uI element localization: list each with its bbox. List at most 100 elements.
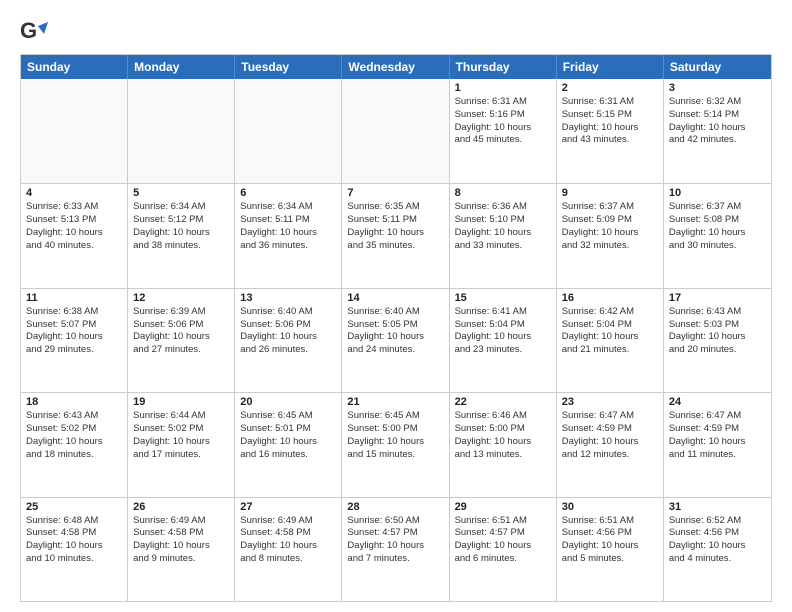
svg-text:G: G: [20, 18, 37, 43]
day-info: Sunrise: 6:43 AM Sunset: 5:03 PM Dayligh…: [669, 306, 766, 357]
calendar-cell: 31 Sunrise: 6:52 AM Sunset: 4:56 PM Dayli…: [664, 498, 771, 601]
day-info: Sunrise: 6:44 AM Sunset: 5:02 PM Dayligh…: [133, 410, 229, 461]
day-number: 11: [26, 292, 122, 304]
day-info: Sunrise: 6:34 AM Sunset: 5:11 PM Dayligh…: [240, 201, 336, 252]
calendar-row: 4Sunrise: 6:33 AM Sunset: 5:13 PM Daylig…: [21, 183, 771, 287]
day-number: 16: [562, 292, 658, 304]
day-info: Sunrise: 6:49 AM Sunset: 4:58 PM Dayligh…: [133, 515, 229, 566]
day-number: 18: [26, 396, 122, 408]
day-info: Sunrise: 6:49 AM Sunset: 4:58 PM Dayligh…: [240, 515, 336, 566]
day-number: 22: [455, 396, 551, 408]
day-number: 31: [669, 501, 766, 513]
day-number: 2: [562, 82, 658, 94]
calendar-cell: 28Sunrise: 6:50 AM Sunset: 4:57 PM Dayli…: [342, 498, 449, 601]
calendar-cell: [342, 79, 449, 183]
day-number: 26: [133, 501, 229, 513]
calendar-row: 25 Sunrise: 6:48 AM Sunset: 4:58 PM Dayli…: [21, 497, 771, 601]
calendar-cell: 19 Sunrise: 6:44 AM Sunset: 5:02 PM Dayli…: [128, 393, 235, 496]
day-number: 1: [455, 82, 551, 94]
day-info: Sunrise: 6:48 AM Sunset: 4:58 PM Dayligh…: [26, 515, 122, 566]
calendar-cell: 7 Sunrise: 6:35 AM Sunset: 5:11 PM Daylig…: [342, 184, 449, 287]
day-number: 9: [562, 187, 658, 199]
day-info: Sunrise: 6:34 AM Sunset: 5:12 PM Dayligh…: [133, 201, 229, 252]
day-number: 20: [240, 396, 336, 408]
calendar-header: SundayMondayTuesdayWednesdayThursdayFrid…: [21, 55, 771, 79]
day-number: 25: [26, 501, 122, 513]
calendar-cell: 8 Sunrise: 6:36 AM Sunset: 5:10 PM Daylig…: [450, 184, 557, 287]
day-number: 8: [455, 187, 551, 199]
calendar-cell: 17Sunrise: 6:43 AM Sunset: 5:03 PM Dayli…: [664, 289, 771, 392]
weekday-header: Monday: [128, 55, 235, 79]
calendar-cell: 25 Sunrise: 6:48 AM Sunset: 4:58 PM Dayli…: [21, 498, 128, 601]
day-info: Sunrise: 6:38 AM Sunset: 5:07 PM Dayligh…: [26, 306, 122, 357]
day-info: Sunrise: 6:45 AM Sunset: 5:01 PM Dayligh…: [240, 410, 336, 461]
calendar-cell: 24 Sunrise: 6:47 AM Sunset: 4:59 PM Dayli…: [664, 393, 771, 496]
calendar-cell: [21, 79, 128, 183]
logo: G: [20, 18, 50, 46]
day-number: 6: [240, 187, 336, 199]
calendar-cell: 18 Sunrise: 6:43 AM Sunset: 5:02 PM Dayli…: [21, 393, 128, 496]
calendar-cell: 11 Sunrise: 6:38 AM Sunset: 5:07 PM Dayli…: [21, 289, 128, 392]
day-info: Sunrise: 6:32 AM Sunset: 5:14 PM Dayligh…: [669, 96, 766, 147]
calendar-cell: 10Sunrise: 6:37 AM Sunset: 5:08 PM Dayli…: [664, 184, 771, 287]
day-number: 29: [455, 501, 551, 513]
calendar-cell: 4Sunrise: 6:33 AM Sunset: 5:13 PM Daylig…: [21, 184, 128, 287]
day-info: Sunrise: 6:40 AM Sunset: 5:06 PM Dayligh…: [240, 306, 336, 357]
day-number: 21: [347, 396, 443, 408]
day-number: 13: [240, 292, 336, 304]
day-number: 23: [562, 396, 658, 408]
calendar-cell: 30Sunrise: 6:51 AM Sunset: 4:56 PM Dayli…: [557, 498, 664, 601]
weekday-header: Friday: [557, 55, 664, 79]
day-info: Sunrise: 6:51 AM Sunset: 4:57 PM Dayligh…: [455, 515, 551, 566]
calendar-cell: 6 Sunrise: 6:34 AM Sunset: 5:11 PM Daylig…: [235, 184, 342, 287]
calendar-cell: 22 Sunrise: 6:46 AM Sunset: 5:00 PM Dayli…: [450, 393, 557, 496]
calendar: SundayMondayTuesdayWednesdayThursdayFrid…: [20, 54, 772, 602]
calendar-row: 18 Sunrise: 6:43 AM Sunset: 5:02 PM Dayli…: [21, 392, 771, 496]
weekday-header: Thursday: [450, 55, 557, 79]
day-number: 15: [455, 292, 551, 304]
calendar-cell: 2 Sunrise: 6:31 AM Sunset: 5:15 PM Daylig…: [557, 79, 664, 183]
day-number: 19: [133, 396, 229, 408]
calendar-cell: 23 Sunrise: 6:47 AM Sunset: 4:59 PM Dayli…: [557, 393, 664, 496]
day-info: Sunrise: 6:43 AM Sunset: 5:02 PM Dayligh…: [26, 410, 122, 461]
day-info: Sunrise: 6:37 AM Sunset: 5:09 PM Dayligh…: [562, 201, 658, 252]
day-info: Sunrise: 6:31 AM Sunset: 5:16 PM Dayligh…: [455, 96, 551, 147]
day-info: Sunrise: 6:41 AM Sunset: 5:04 PM Dayligh…: [455, 306, 551, 357]
day-info: Sunrise: 6:52 AM Sunset: 4:56 PM Dayligh…: [669, 515, 766, 566]
calendar-cell: [128, 79, 235, 183]
calendar-row: 11 Sunrise: 6:38 AM Sunset: 5:07 PM Dayli…: [21, 288, 771, 392]
day-info: Sunrise: 6:47 AM Sunset: 4:59 PM Dayligh…: [562, 410, 658, 461]
day-number: 30: [562, 501, 658, 513]
calendar-cell: 21Sunrise: 6:45 AM Sunset: 5:00 PM Dayli…: [342, 393, 449, 496]
weekday-header: Sunday: [21, 55, 128, 79]
day-info: Sunrise: 6:47 AM Sunset: 4:59 PM Dayligh…: [669, 410, 766, 461]
calendar-cell: 1 Sunrise: 6:31 AM Sunset: 5:16 PM Daylig…: [450, 79, 557, 183]
day-number: 3: [669, 82, 766, 94]
day-number: 28: [347, 501, 443, 513]
calendar-cell: [235, 79, 342, 183]
calendar-cell: 20 Sunrise: 6:45 AM Sunset: 5:01 PM Dayli…: [235, 393, 342, 496]
calendar-body: 1 Sunrise: 6:31 AM Sunset: 5:16 PM Daylig…: [21, 79, 771, 601]
day-number: 5: [133, 187, 229, 199]
logo-icon: G: [20, 18, 48, 46]
calendar-cell: 16 Sunrise: 6:42 AM Sunset: 5:04 PM Dayli…: [557, 289, 664, 392]
day-number: 14: [347, 292, 443, 304]
weekday-header: Saturday: [664, 55, 771, 79]
calendar-cell: 29 Sunrise: 6:51 AM Sunset: 4:57 PM Dayli…: [450, 498, 557, 601]
calendar-cell: 9 Sunrise: 6:37 AM Sunset: 5:09 PM Daylig…: [557, 184, 664, 287]
day-info: Sunrise: 6:46 AM Sunset: 5:00 PM Dayligh…: [455, 410, 551, 461]
day-number: 24: [669, 396, 766, 408]
day-number: 12: [133, 292, 229, 304]
calendar-cell: 27 Sunrise: 6:49 AM Sunset: 4:58 PM Dayli…: [235, 498, 342, 601]
calendar-row: 1 Sunrise: 6:31 AM Sunset: 5:16 PM Daylig…: [21, 79, 771, 183]
day-number: 27: [240, 501, 336, 513]
day-info: Sunrise: 6:35 AM Sunset: 5:11 PM Dayligh…: [347, 201, 443, 252]
day-info: Sunrise: 6:33 AM Sunset: 5:13 PM Dayligh…: [26, 201, 122, 252]
calendar-cell: 26 Sunrise: 6:49 AM Sunset: 4:58 PM Dayli…: [128, 498, 235, 601]
day-info: Sunrise: 6:31 AM Sunset: 5:15 PM Dayligh…: [562, 96, 658, 147]
page: G SundayMondayTuesdayWednesdayThursdayFr…: [0, 0, 792, 612]
day-info: Sunrise: 6:36 AM Sunset: 5:10 PM Dayligh…: [455, 201, 551, 252]
day-number: 10: [669, 187, 766, 199]
day-info: Sunrise: 6:42 AM Sunset: 5:04 PM Dayligh…: [562, 306, 658, 357]
day-number: 7: [347, 187, 443, 199]
